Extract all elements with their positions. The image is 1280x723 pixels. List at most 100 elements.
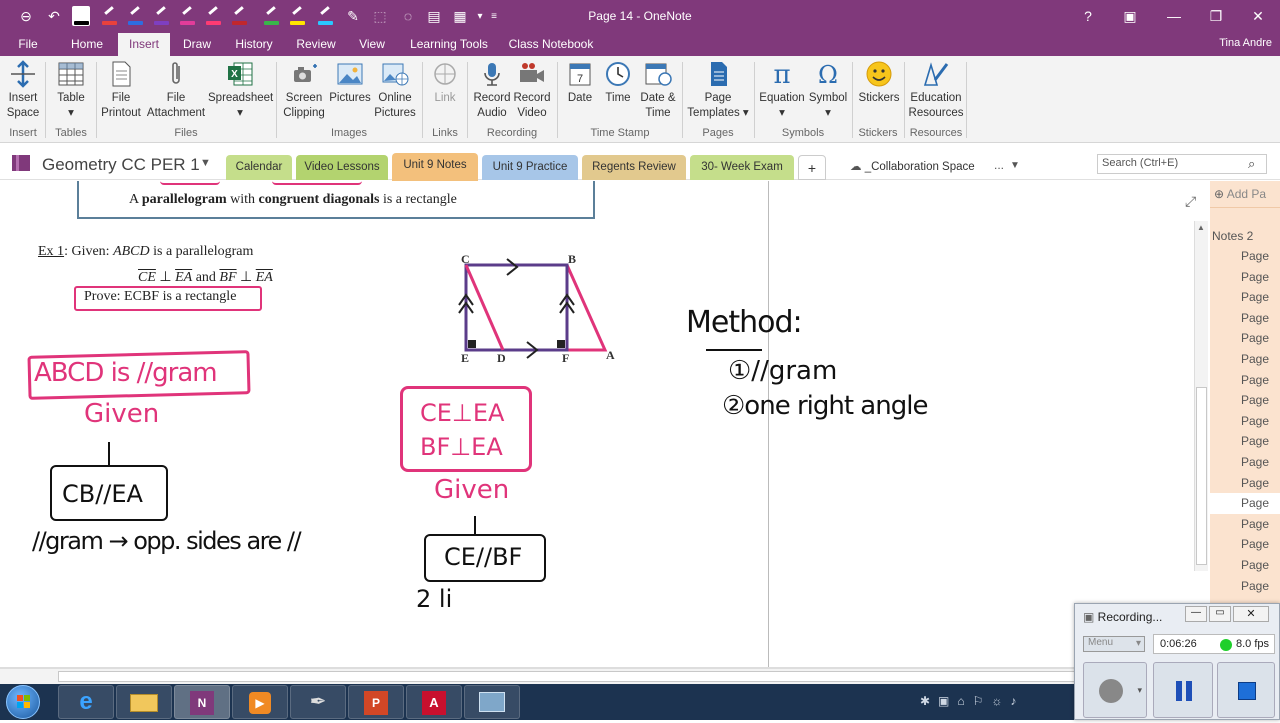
link-button[interactable]: Link [426, 60, 464, 124]
file-printout-button[interactable]: File Printout [98, 60, 144, 124]
section-tab-calendar[interactable]: Calendar [226, 155, 292, 180]
recorder-menu-dropdown[interactable]: Menu ▾ [1083, 636, 1145, 652]
highlighter-cyan-icon[interactable] [316, 6, 334, 26]
highlighter-yellow-icon[interactable] [288, 6, 306, 26]
date-button[interactable]: 7 Date [562, 60, 598, 124]
paste-icon[interactable]: ▤ [424, 6, 444, 26]
expand-icon[interactable]: ⤢ [1185, 193, 1196, 210]
customize-qat-icon[interactable]: ≡ [484, 6, 504, 26]
tab-insert[interactable]: Insert [118, 33, 170, 56]
fullscreen-button[interactable]: ▣ [1116, 5, 1144, 27]
section-tab-unit9-practice[interactable]: Unit 9 Practice [482, 155, 578, 180]
page-list-item[interactable]: Page [1210, 493, 1280, 514]
time-button[interactable]: Time [600, 60, 636, 124]
tab-view[interactable]: View [352, 33, 392, 56]
tab-class-notebook[interactable]: Class Notebook [504, 33, 598, 56]
vertical-scrollbar[interactable]: ▲ [1194, 221, 1208, 571]
start-button[interactable] [6, 685, 40, 719]
page-list-item[interactable]: Page [1210, 555, 1280, 576]
notebook-name[interactable]: Geometry CC PER 1 [42, 155, 200, 175]
horizontal-scrollbar-thumb[interactable] [58, 671, 1078, 682]
section-tab-30-week-exam[interactable]: 30- Week Exam [690, 155, 794, 180]
pen-purple-icon[interactable] [152, 6, 170, 26]
pen-pink-icon[interactable] [204, 6, 222, 26]
back-icon[interactable]: ⊖ [16, 6, 36, 26]
page-list-item[interactable]: Page [1210, 287, 1280, 308]
page-list-item[interactable]: Page [1210, 452, 1280, 473]
page-list-item[interactable]: Page [1210, 308, 1280, 329]
collaboration-space-tab[interactable]: ☁ _Collaboration Space [850, 159, 975, 173]
taskbar-onenote[interactable]: N [174, 685, 230, 719]
tab-history[interactable]: History [228, 33, 280, 56]
lasso-disabled-icon[interactable]: ⬚ [370, 6, 390, 26]
taskbar-media[interactable]: ▶ [232, 685, 288, 719]
scroll-up-icon[interactable]: ▲ [1197, 223, 1205, 232]
record-button[interactable]: ▾ [1083, 662, 1147, 718]
taskbar-explorer[interactable] [116, 685, 172, 719]
page-list-item[interactable]: Page [1210, 267, 1280, 288]
online-pictures-button[interactable]: Online Pictures [372, 60, 418, 124]
pen-darkred-icon[interactable] [230, 6, 248, 26]
section-tab-video-lessons[interactable]: Video Lessons [296, 155, 388, 180]
taskbar-powerpoint[interactable]: P [348, 685, 404, 719]
minimize-button[interactable]: — [1160, 5, 1188, 27]
pen-green-icon[interactable] [262, 6, 280, 26]
page-list-item[interactable]: Page [1210, 534, 1280, 555]
horizontal-scrollbar[interactable] [0, 668, 1210, 684]
recorder-minimize-button[interactable]: — [1185, 606, 1207, 622]
record-audio-button[interactable]: Record Audio [472, 60, 512, 124]
stickers-button[interactable]: Stickers [856, 60, 902, 124]
close-button[interactable]: ✕ [1244, 5, 1272, 27]
page-templates-button[interactable]: Page Templates ▾ [686, 60, 750, 124]
taskbar-recorder[interactable] [464, 685, 520, 719]
pen-magenta-icon[interactable] [178, 6, 196, 26]
add-page-button[interactable]: ⊕ Add Pa [1210, 181, 1280, 208]
sections-dropdown-icon[interactable]: ▼ [1010, 160, 1020, 171]
page-list-item[interactable]: Page [1210, 576, 1280, 597]
taskbar-app[interactable]: ✒ [290, 685, 346, 719]
help-button[interactable]: ? [1074, 5, 1102, 27]
search-input[interactable]: Search (Ctrl+E) [1097, 154, 1267, 174]
page-list-item[interactable]: Page [1210, 349, 1280, 370]
tab-file[interactable]: File [10, 33, 46, 56]
pen-red-icon[interactable] [100, 6, 118, 26]
scrollbar-thumb[interactable] [1196, 387, 1207, 565]
page-list-item-notes[interactable]: Notes 2 [1210, 226, 1280, 246]
restore-button[interactable]: ❐ [1202, 5, 1230, 27]
pen-blue-icon[interactable] [126, 6, 144, 26]
notebook-dropdown-icon[interactable]: ▼ [200, 157, 211, 169]
search-icon[interactable]: ⌕ [1248, 156, 1255, 172]
page-list-item[interactable]: Page [1210, 390, 1280, 411]
add-section-button[interactable]: + [798, 155, 826, 180]
section-tab-unit9-notes[interactable]: Unit 9 Notes [392, 153, 478, 181]
eraser-icon[interactable]: ✎ [343, 6, 363, 26]
taskbar-acrobat[interactable]: A [406, 685, 462, 719]
symbol-button[interactable]: Ω Symbol ▾ [806, 60, 850, 124]
page-list-item[interactable]: Page [1210, 370, 1280, 391]
spreadsheet-button[interactable]: X Spreadsheet ▾ [208, 60, 273, 124]
table-button[interactable]: Table ▾ [50, 60, 92, 124]
tab-learning-tools[interactable]: Learning Tools [404, 33, 494, 56]
pen-black-icon[interactable] [72, 6, 90, 26]
page-list-item[interactable]: Page [1210, 473, 1280, 494]
education-resources-button[interactable]: Education Resources [906, 60, 966, 124]
tab-draw[interactable]: Draw [176, 33, 218, 56]
equation-button[interactable]: π Equation ▾ [758, 60, 806, 124]
page-list-item[interactable]: Page [1210, 514, 1280, 535]
lasso-select-icon[interactable]: ◌ [398, 6, 418, 26]
recorder-close-button[interactable]: ✕ [1233, 606, 1269, 622]
more-sections-button[interactable]: ... [994, 158, 1004, 172]
system-tray-icons[interactable]: ✱▣⌂⚐☼♪ [920, 694, 1024, 708]
page-list-item[interactable]: Page [1210, 431, 1280, 452]
screen-clipping-button[interactable]: Screen Clipping [280, 60, 328, 124]
pictures-button[interactable]: Pictures [328, 60, 372, 124]
pause-button[interactable] [1153, 662, 1213, 718]
recorder-maximize-button[interactable]: ▭ [1209, 606, 1231, 622]
record-video-button[interactable]: Record Video [512, 60, 552, 124]
page-list-item[interactable]: Page [1210, 328, 1280, 349]
clipboard-icon[interactable]: ▦ [450, 6, 470, 26]
page-canvas[interactable]: A parallelogram with congruent diagonals… [0, 181, 1210, 668]
date-time-button[interactable]: Date & Time [638, 60, 678, 124]
tab-review[interactable]: Review [292, 33, 340, 56]
page-list-item[interactable]: Page [1210, 246, 1280, 267]
